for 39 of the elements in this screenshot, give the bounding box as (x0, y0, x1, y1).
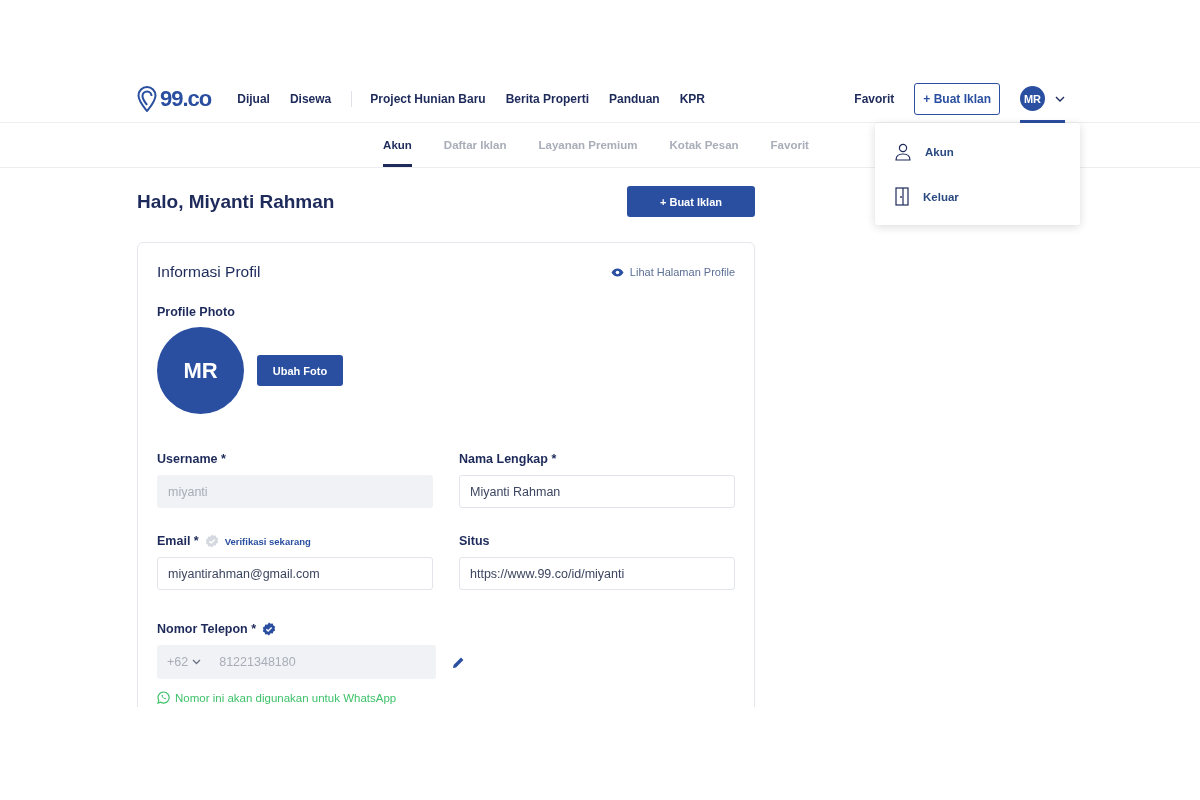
create-ad-button[interactable]: + Buat Iklan (627, 186, 755, 217)
field-label: Nomor Telepon * (157, 622, 257, 636)
create-ad-button[interactable]: + Buat Iklan (914, 82, 1000, 115)
field-label: Situs (459, 534, 490, 548)
menu-item[interactable]: Akun (875, 129, 1080, 174)
nav-link[interactable]: Project Hunian Baru (370, 91, 486, 106)
greeting-heading: Halo, Miyanti Rahman (137, 190, 335, 213)
nav-link[interactable]: Panduan (609, 91, 660, 106)
tab[interactable]: Akun (383, 123, 412, 167)
card-title: Informasi Profil (157, 263, 261, 281)
chevron-down-icon (192, 659, 202, 665)
chat-bubble-icon (157, 691, 170, 704)
eye-icon (610, 267, 624, 277)
menu-item[interactable]: Keluar (875, 174, 1080, 219)
chevron-down-icon (1055, 95, 1065, 102)
change-photo-button[interactable]: Ubah Foto (257, 355, 343, 386)
verify-link[interactable]: Verifikasi sekarang (224, 535, 311, 547)
view-profile-link[interactable]: Lihat Halaman Profile (610, 266, 735, 278)
input-field[interactable]: Miyanti Rahman (459, 475, 735, 508)
field-label: Username * (157, 452, 226, 466)
logo[interactable]: 99.co (160, 85, 212, 112)
pencil-icon[interactable] (452, 655, 465, 669)
nav-link[interactable]: KPR (679, 91, 706, 106)
person-icon (895, 142, 911, 161)
input-field[interactable]: https://www.99.co/id/miyanti (459, 557, 735, 590)
nav-link[interactable]: Berita Properti (505, 91, 589, 106)
photo-label: Profile Photo (157, 305, 236, 319)
field-label: Email * (157, 534, 199, 548)
input-field[interactable]: miyantirahman@gmail.com (157, 557, 433, 590)
door-icon (895, 187, 909, 206)
nav-link[interactable]: Favorit (854, 91, 895, 106)
nav-link[interactable]: Dijual (237, 91, 270, 106)
field-label: Nama Lengkap * (459, 452, 557, 466)
account-menu-toggle[interactable]: MR (1020, 75, 1065, 123)
location-pin-icon (137, 85, 157, 112)
profile-avatar: MR (157, 327, 244, 414)
nav-link[interactable]: Disewa (289, 91, 332, 106)
avatar: MR (1020, 86, 1045, 111)
whatsapp-note: Nomor ini akan digunakan untuk WhatsApp (175, 691, 397, 704)
